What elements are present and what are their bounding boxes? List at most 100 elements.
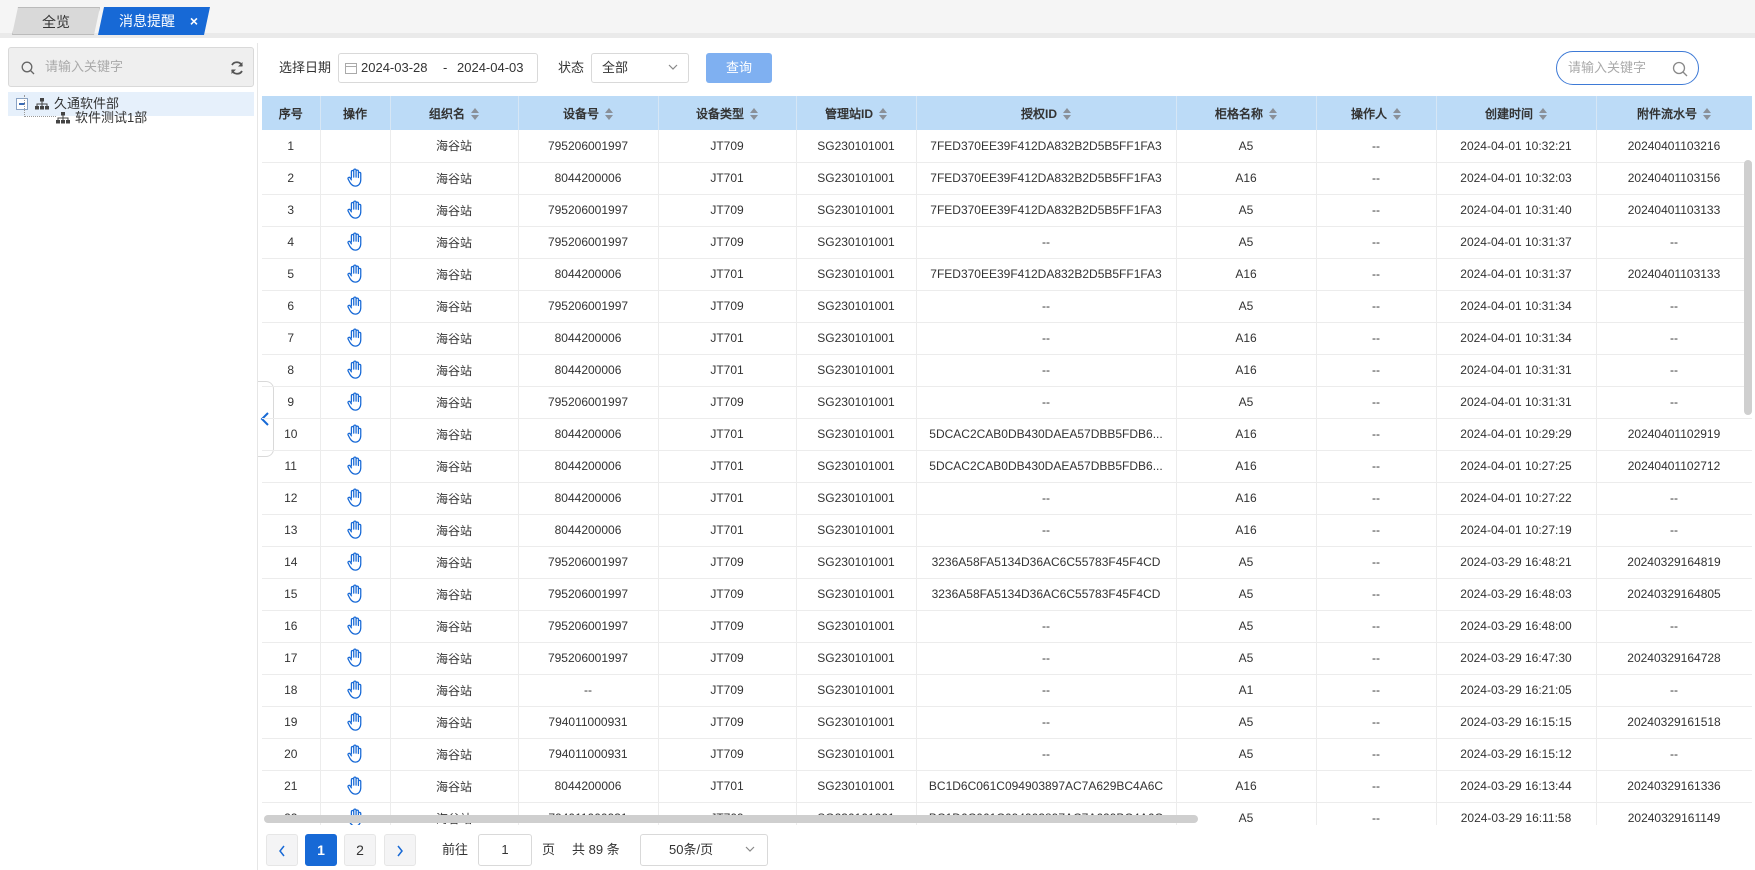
table-cell: 20240401103133 bbox=[1596, 194, 1752, 227]
sort-icon[interactable] bbox=[1703, 108, 1711, 121]
next-page-button[interactable] bbox=[384, 834, 416, 866]
hand-icon[interactable] bbox=[346, 168, 364, 188]
table-cell: 8044200006 bbox=[518, 482, 659, 515]
table-cell: -- bbox=[1316, 290, 1437, 323]
date-range-picker[interactable]: 2024-03-28 - 2024-04-03 bbox=[338, 53, 538, 83]
table-row[interactable]: 3 海谷站 795206001997 JT709 SG230101001 7FED370E… bbox=[262, 194, 1752, 227]
sidebar-search-input[interactable]: 请输入关键字 bbox=[8, 47, 254, 87]
hand-icon[interactable] bbox=[346, 712, 364, 732]
vertical-scrollbar[interactable] bbox=[1744, 160, 1752, 415]
hand-icon[interactable] bbox=[346, 424, 364, 444]
sort-icon[interactable] bbox=[1539, 108, 1547, 121]
hand-icon[interactable] bbox=[346, 328, 364, 348]
horizontal-scrollbar[interactable] bbox=[264, 815, 1198, 823]
hand-icon[interactable] bbox=[346, 616, 364, 636]
sort-icon[interactable] bbox=[605, 108, 613, 121]
sort-icon[interactable] bbox=[1269, 108, 1277, 121]
hand-icon[interactable] bbox=[346, 744, 364, 764]
tree-node-child[interactable]: 软件测试1部 bbox=[8, 95, 254, 130]
goto-page-input[interactable]: 1 bbox=[478, 834, 532, 866]
query-button[interactable]: 查询 bbox=[706, 53, 772, 83]
sort-icon[interactable] bbox=[471, 108, 479, 121]
table-row[interactable]: 17 海谷站 795206001997 JT709 SG230101001 -- A5 -- 2… bbox=[262, 642, 1752, 675]
search-icon[interactable] bbox=[1672, 61, 1688, 77]
table-cell: 2024-04-01 10:31:37 bbox=[1436, 258, 1597, 291]
table-row[interactable]: 4 海谷站 795206001997 JT709 SG230101001 -- A5 -- 20… bbox=[262, 226, 1752, 259]
page-button-2[interactable]: 2 bbox=[344, 834, 376, 866]
table-cell: 3 bbox=[262, 194, 321, 227]
hand-icon[interactable] bbox=[346, 648, 364, 668]
table-cell: 8044200006 bbox=[518, 450, 659, 483]
sidebar: 请输入关键字 久通软件部 软件测试1部 bbox=[0, 43, 258, 870]
hand-icon[interactable] bbox=[346, 552, 364, 572]
table-cell: SG230101001 bbox=[796, 770, 917, 803]
hand-icon[interactable] bbox=[346, 296, 364, 316]
prev-page-button[interactable] bbox=[266, 834, 298, 866]
table-row[interactable]: 13 海谷站 8044200006 JT701 SG230101001 -- A16 -- 20… bbox=[262, 514, 1752, 547]
table-row[interactable]: 19 海谷站 794011000931 JT709 SG230101001 -- A5 -- 2… bbox=[262, 706, 1752, 739]
hand-icon[interactable] bbox=[346, 488, 364, 508]
column-header-sortable[interactable]: 组织名 bbox=[390, 96, 519, 130]
hand-icon[interactable] bbox=[346, 680, 364, 700]
table-row[interactable]: 1 海谷站 795206001997 JT709 SG230101001 7FED370E… bbox=[262, 130, 1752, 163]
table-row[interactable]: 11 海谷站 8044200006 JT701 SG230101001 5DCAC2CAB… bbox=[262, 450, 1752, 483]
table-cell: JT701 bbox=[658, 418, 797, 451]
refresh-icon[interactable] bbox=[229, 60, 245, 76]
column-header-sortable[interactable]: 操作人 bbox=[1316, 96, 1437, 130]
sort-icon[interactable] bbox=[879, 108, 887, 121]
table-cell: 2024-03-29 16:13:44 bbox=[1436, 770, 1597, 803]
table-row[interactable]: 6 海谷站 795206001997 JT709 SG230101001 -- A5 -- 20… bbox=[262, 290, 1752, 323]
table-row[interactable]: 9 海谷站 795206001997 JT709 SG230101001 -- A5 -- 20… bbox=[262, 386, 1752, 419]
close-icon[interactable]: × bbox=[190, 7, 198, 35]
hand-icon[interactable] bbox=[346, 232, 364, 252]
table-cell: 795206001997 bbox=[518, 578, 659, 611]
table-cell: SG230101001 bbox=[796, 194, 917, 227]
sort-icon[interactable] bbox=[750, 108, 758, 121]
table-row[interactable]: 5 海谷站 8044200006 JT701 SG230101001 7FED370EE3… bbox=[262, 258, 1752, 291]
column-header-sortable[interactable]: 附件流水号 bbox=[1596, 96, 1752, 130]
table-row[interactable]: 16 海谷站 795206001997 JT709 SG230101001 -- A5 -- 2… bbox=[262, 610, 1752, 643]
status-select[interactable]: 全部 bbox=[591, 53, 689, 83]
page-button-1[interactable]: 1 bbox=[305, 834, 337, 866]
hand-icon[interactable] bbox=[346, 776, 364, 796]
tab-message-reminder[interactable]: 消息提醒 × bbox=[98, 7, 210, 35]
column-header-sortable[interactable]: 创建时间 bbox=[1436, 96, 1597, 130]
hand-icon[interactable] bbox=[346, 360, 364, 380]
table-row[interactable]: 7 海谷站 8044200006 JT701 SG230101001 -- A16 -- 202… bbox=[262, 322, 1752, 355]
action-cell bbox=[320, 546, 391, 579]
column-header-sortable[interactable]: 设备号 bbox=[518, 96, 659, 130]
hand-icon[interactable] bbox=[346, 520, 364, 540]
table-row[interactable]: 18 海谷站 -- JT709 SG230101001 -- A1 -- 2024-03-29 … bbox=[262, 674, 1752, 707]
table-row[interactable]: 8 海谷站 8044200006 JT701 SG230101001 -- A16 -- 202… bbox=[262, 354, 1752, 387]
table-row[interactable]: 15 海谷站 795206001997 JT709 SG230101001 3236A58… bbox=[262, 578, 1752, 611]
keyword-search-placeholder: 请输入关键字 bbox=[1568, 60, 1647, 75]
table-cell: JT709 bbox=[658, 194, 797, 227]
sort-icon[interactable] bbox=[1393, 108, 1401, 121]
column-header-sortable[interactable]: 柜格名称 bbox=[1176, 96, 1317, 130]
column-header-sortable[interactable]: 管理站ID bbox=[796, 96, 917, 130]
table-cell: 19 bbox=[262, 706, 321, 739]
table-cell: 16 bbox=[262, 610, 321, 643]
action-cell bbox=[320, 482, 391, 515]
column-header-sortable[interactable]: 授权ID bbox=[916, 96, 1177, 130]
table-row[interactable]: 20 海谷站 794011000931 JT709 SG230101001 -- A5 -- 2… bbox=[262, 738, 1752, 771]
hand-icon[interactable] bbox=[346, 200, 364, 220]
table-row[interactable]: 2 海谷站 8044200006 JT701 SG230101001 7FED370EE3… bbox=[262, 162, 1752, 195]
table-cell: JT701 bbox=[658, 482, 797, 515]
table-row[interactable]: 14 海谷站 795206001997 JT709 SG230101001 3236A58… bbox=[262, 546, 1752, 579]
table-row[interactable]: 21 海谷站 8044200006 JT701 SG230101001 BC1D6C061… bbox=[262, 770, 1752, 803]
table-row[interactable]: 12 海谷站 8044200006 JT701 SG230101001 -- A16 -- 20… bbox=[262, 482, 1752, 515]
table-cell: SG230101001 bbox=[796, 482, 917, 515]
table-cell: -- bbox=[916, 290, 1177, 323]
hand-icon[interactable] bbox=[346, 584, 364, 604]
column-header-sortable[interactable]: 设备类型 bbox=[658, 96, 797, 130]
hand-icon[interactable] bbox=[346, 264, 364, 284]
sort-icon[interactable] bbox=[1063, 108, 1071, 121]
action-cell bbox=[320, 130, 391, 163]
hand-icon[interactable] bbox=[346, 392, 364, 412]
page-size-select[interactable]: 50条/页 bbox=[640, 834, 768, 866]
table-row[interactable]: 10 海谷站 8044200006 JT701 SG230101001 5DCAC2CAB… bbox=[262, 418, 1752, 451]
tab-overview[interactable]: 全览 bbox=[12, 7, 100, 35]
keyword-search-input[interactable]: 请输入关键字 bbox=[1556, 51, 1699, 85]
hand-icon[interactable] bbox=[346, 456, 364, 476]
